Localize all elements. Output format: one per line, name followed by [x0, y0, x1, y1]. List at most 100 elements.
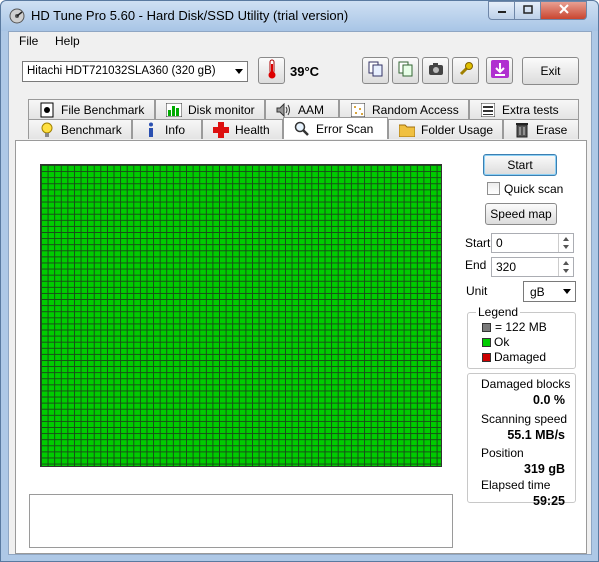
health-cross-icon	[213, 121, 229, 138]
tab-random-access[interactable]: Random Access	[339, 99, 469, 119]
copy-all-button[interactable]	[392, 57, 419, 84]
client-area: File Help Hitachi HDT721032SLA360 (320 g…	[8, 31, 592, 555]
magnifier-icon	[294, 121, 310, 137]
drive-select[interactable]: Hitachi HDT721032SLA360 (320 gB)	[22, 61, 248, 82]
extra-tests-icon	[480, 102, 496, 118]
app-window: HD Tune Pro 5.60 - Hard Disk/SSD Utility…	[0, 0, 599, 562]
disk-monitor-icon	[166, 102, 182, 118]
speed-map-button[interactable]: Speed map	[485, 203, 557, 225]
block-size-label: = 122 MB	[495, 320, 547, 334]
chevron-down-icon	[235, 69, 243, 74]
spinner-arrows-icon[interactable]	[558, 234, 573, 252]
legend-title: Legend	[476, 305, 521, 319]
exit-button[interactable]: Exit	[522, 57, 579, 85]
drive-select-value: Hitachi HDT721032SLA360 (320 gB)	[27, 65, 216, 77]
toolbar: Hitachi HDT721032SLA360 (320 gB) 39°C Ex…	[9, 52, 591, 96]
unit-label: Unit	[466, 284, 488, 298]
start-field-label: Start	[465, 236, 491, 250]
tab-health[interactable]: Health	[202, 119, 283, 139]
hd-tune-app-icon	[9, 8, 25, 24]
error-scan-panel: Start Quick scan Speed map Start 0 End 3…	[15, 140, 587, 554]
tab-label: Erase	[536, 122, 568, 137]
download-arrow-icon	[490, 60, 509, 81]
tab-aam[interactable]: AAM	[265, 99, 339, 119]
minimize-icon	[497, 4, 507, 18]
quick-scan-label: Quick scan	[504, 182, 564, 196]
menu-file[interactable]: File	[19, 34, 38, 48]
tab-label: Folder Usage	[421, 122, 494, 137]
camera-icon	[428, 62, 444, 79]
position-label: Position	[481, 446, 524, 460]
start-position-field[interactable]: 0	[491, 233, 574, 253]
temperature-button[interactable]	[258, 57, 285, 84]
tab-label: Error Scan	[316, 121, 374, 136]
maximize-button[interactable]	[514, 1, 541, 20]
end-position-field[interactable]: 320	[491, 257, 574, 277]
minimize-button[interactable]	[488, 1, 515, 20]
tab-erase[interactable]: Erase	[503, 119, 579, 139]
damaged-blocks-label: Damaged blocks	[481, 377, 571, 391]
ok-swatch	[482, 338, 491, 347]
start-position-value: 0	[496, 236, 503, 250]
lightbulb-icon	[39, 122, 55, 138]
unit-select-value: gB	[530, 285, 545, 299]
tab-label: Benchmark	[61, 122, 122, 137]
scan-block-map	[40, 164, 442, 467]
speaker-icon	[276, 102, 292, 118]
random-access-icon	[350, 102, 366, 118]
file-benchmark-icon	[39, 102, 55, 118]
folder-icon	[399, 122, 415, 138]
save-button[interactable]	[486, 57, 513, 84]
copy-icon	[368, 61, 384, 80]
menu-bar: File Help	[9, 32, 591, 52]
elapsed-time-label: Elapsed time	[481, 478, 551, 492]
tab-extra-tests[interactable]: Extra tests	[469, 99, 579, 119]
damaged-label: Damaged	[494, 350, 547, 364]
tab-label: Extra tests	[502, 102, 559, 117]
menu-help[interactable]: Help	[55, 34, 80, 48]
start-scan-button[interactable]: Start	[483, 154, 557, 176]
end-field-label: End	[465, 258, 487, 272]
window-title: HD Tune Pro 5.60 - Hard Disk/SSD Utility…	[31, 8, 349, 23]
tab-info[interactable]: Info	[132, 119, 202, 139]
chevron-down-icon	[563, 289, 571, 294]
title-bar[interactable]: HD Tune Pro 5.60 - Hard Disk/SSD Utility…	[1, 1, 598, 31]
close-button[interactable]	[540, 1, 587, 20]
tab-benchmark[interactable]: Benchmark	[28, 119, 132, 139]
damaged-blocks-value: 0.0 %	[533, 393, 565, 407]
scanning-speed-label: Scanning speed	[481, 412, 568, 426]
wrench-icon	[458, 61, 474, 80]
tab-error-scan[interactable]: Error Scan	[283, 117, 388, 139]
info-icon	[143, 122, 159, 138]
screenshot-button[interactable]	[422, 57, 449, 84]
temperature-unit: °C	[304, 64, 320, 79]
options-button[interactable]	[452, 57, 479, 84]
legend-group: Legend = 122 MB Ok Damaged	[467, 305, 576, 369]
tab-label: Info	[165, 122, 186, 137]
scan-stats-group: Damaged blocks 0.0 % Scanning speed 55.1…	[467, 373, 576, 508]
tab-label: Health	[235, 122, 270, 137]
damaged-swatch	[482, 353, 491, 362]
position-value: 319 gB	[524, 462, 565, 476]
scanning-speed-value: 55.1 MB/s	[507, 428, 565, 442]
elapsed-time-value: 59:25	[533, 494, 565, 508]
tab-file-benchmark[interactable]: File Benchmark	[28, 99, 155, 119]
temperature-value: 39	[290, 64, 305, 79]
tab-folder-usage[interactable]: Folder Usage	[388, 119, 503, 139]
trash-icon	[514, 122, 530, 138]
block-size-swatch	[482, 323, 491, 332]
tab-label: Random Access	[372, 102, 459, 117]
tab-label: Disk monitor	[188, 102, 255, 117]
ok-label: Ok	[494, 335, 510, 349]
copy-all-icon	[398, 61, 414, 80]
close-icon	[558, 3, 570, 18]
quick-scan-checkbox[interactable]	[487, 182, 500, 195]
copy-text-button[interactable]	[362, 57, 389, 84]
unit-select[interactable]: gB	[523, 281, 576, 302]
tab-disk-monitor[interactable]: Disk monitor	[155, 99, 265, 119]
thermometer-icon	[266, 59, 278, 82]
maximize-icon	[522, 4, 533, 18]
scan-log-box[interactable]	[29, 494, 453, 548]
temperature-readout: 39°C	[290, 64, 319, 79]
spinner-arrows-icon[interactable]	[558, 258, 573, 276]
